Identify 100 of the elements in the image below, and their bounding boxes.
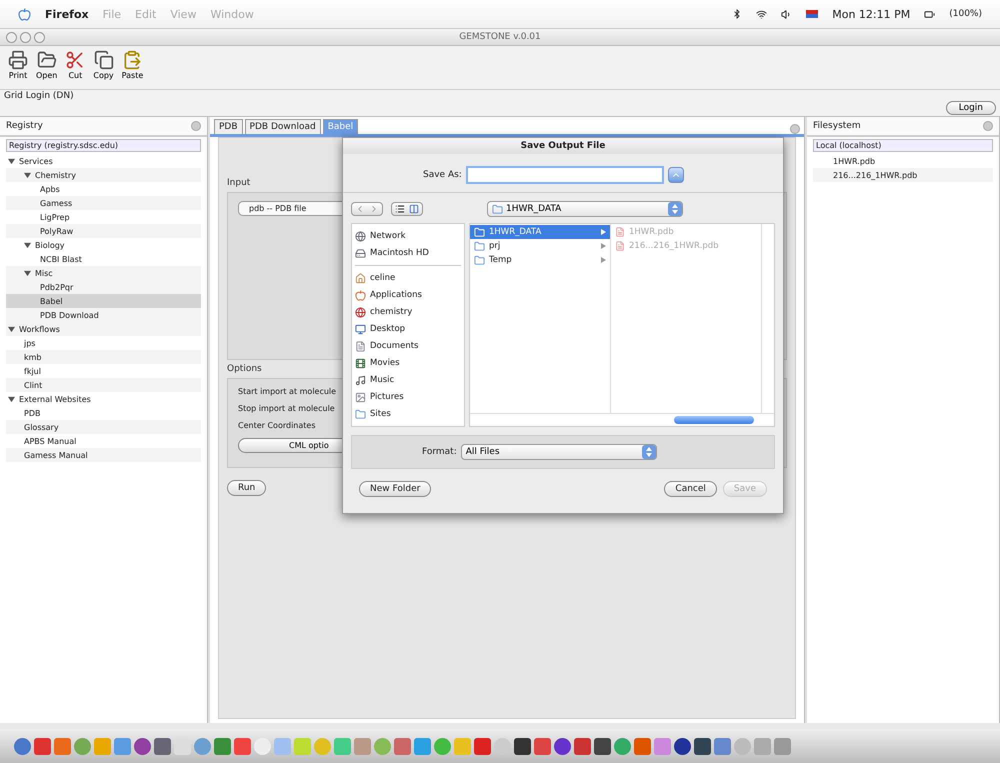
hard-drive-icon xyxy=(355,248,366,258)
sidebar-item[interactable]: Applications xyxy=(355,287,461,303)
disclosure-triangle-icon[interactable] xyxy=(8,326,15,332)
sidebar-item[interactable]: Sites xyxy=(355,406,461,422)
disclosure-triangle-icon[interactable] xyxy=(24,172,31,178)
disclosure-triangle-icon[interactable] xyxy=(24,270,31,276)
section-label: Input xyxy=(227,178,252,188)
filesystem-source[interactable]: Local (localhost) xyxy=(813,139,993,152)
tab[interactable]: PDB xyxy=(214,119,243,134)
tree-item[interactable]: PolyRaw xyxy=(6,224,201,238)
wifi-icon[interactable] xyxy=(756,8,768,20)
tree-item[interactable]: Gamess xyxy=(6,196,201,210)
folder-item[interactable]: prj xyxy=(470,239,610,253)
grid-login-label: Grid Login (DN) xyxy=(4,91,74,101)
close-icon[interactable] xyxy=(983,121,993,131)
tree-item[interactable]: Pdb2Pqr xyxy=(6,280,201,294)
film-icon xyxy=(355,358,366,368)
tree-item[interactable]: Chemistry xyxy=(6,168,201,182)
registry-source[interactable]: Registry (registry.sdsc.edu) xyxy=(6,139,201,152)
folder-icon xyxy=(474,254,485,266)
battery-icon[interactable] xyxy=(924,8,936,20)
sidebar-item[interactable]: celine xyxy=(355,270,461,286)
login-button[interactable]: Login xyxy=(946,101,996,115)
folder-icon xyxy=(355,408,366,420)
app-icon[interactable] xyxy=(134,738,151,754)
toolbar-button[interactable]: Open xyxy=(34,50,60,85)
close-icon[interactable] xyxy=(191,121,201,131)
clock[interactable]: Mon 12:11 PM xyxy=(832,8,910,20)
arrow-icon xyxy=(601,243,606,249)
folder-item[interactable]: 1HWR_DATA xyxy=(470,225,610,239)
cancel-button[interactable]: Cancel xyxy=(664,481,717,497)
tree-item[interactable]: PDB Download xyxy=(6,308,201,322)
bluetooth-icon[interactable] xyxy=(732,9,742,19)
app-menu[interactable]: Firefox xyxy=(45,8,89,20)
tree-item[interactable]: Glossary xyxy=(6,420,201,434)
arrow-icon xyxy=(601,229,606,235)
printer-icon xyxy=(8,50,28,70)
horizontal-scrollbar[interactable] xyxy=(470,413,774,426)
up-down-arrows-icon xyxy=(668,202,682,216)
tree-item[interactable]: kmb xyxy=(6,350,201,364)
filesystem-entry[interactable]: 216...216_1HWR.pdb xyxy=(813,168,993,182)
save-as-field[interactable] xyxy=(466,166,664,184)
toolbar-button[interactable]: Cut xyxy=(63,50,88,85)
tree-item[interactable]: Workflows xyxy=(6,322,201,336)
disclosure-triangle-icon[interactable] xyxy=(8,158,15,164)
list-view-icon xyxy=(395,204,405,214)
run-button[interactable]: Run xyxy=(227,480,266,496)
arrow-icon xyxy=(601,257,606,263)
view-mode-buttons[interactable] xyxy=(391,202,423,216)
app-icon[interactable] xyxy=(554,738,571,754)
flag-icon[interactable] xyxy=(806,10,818,18)
folder-icon xyxy=(492,204,503,214)
tree-item[interactable]: Gamess Manual xyxy=(6,448,201,462)
disclosure-triangle-icon[interactable] xyxy=(24,242,31,248)
window-control[interactable] xyxy=(34,32,45,42)
app-icon[interactable] xyxy=(674,738,691,754)
sidebar-item[interactable]: Documents xyxy=(355,338,461,354)
new-folder-button[interactable]: New Folder xyxy=(359,481,432,497)
sidebar-item[interactable]: Network xyxy=(355,228,461,244)
sidebar-item[interactable]: Desktop xyxy=(355,321,461,337)
disclosure-triangle-icon[interactable] xyxy=(8,396,15,402)
column-view-icon xyxy=(409,204,419,214)
app-icon[interactable] xyxy=(514,738,531,754)
panel-title: Registry xyxy=(6,121,43,131)
sidebar-item[interactable]: Pictures xyxy=(355,389,461,405)
globe-icon xyxy=(355,230,366,242)
toolbar-button[interactable]: Paste xyxy=(120,50,146,85)
apple-menu-icon[interactable] xyxy=(18,8,31,20)
scissors-icon xyxy=(65,50,86,70)
format-popup[interactable]: All Files xyxy=(460,444,657,460)
close-icon[interactable] xyxy=(790,124,800,134)
tab[interactable]: PDB Download xyxy=(244,119,321,134)
dialog-title: Save Output File xyxy=(343,138,783,154)
folder-icon xyxy=(474,226,485,238)
collapse-button[interactable] xyxy=(668,167,684,183)
back-forward-buttons[interactable] xyxy=(351,202,383,216)
document-icon xyxy=(615,227,625,237)
copy-icon xyxy=(94,50,114,70)
window-control[interactable] xyxy=(6,32,17,42)
sidebar-item[interactable]: Macintosh HD xyxy=(355,245,461,261)
tree-item[interactable]: Babel xyxy=(6,294,201,308)
app-icon[interactable] xyxy=(154,738,171,754)
location-popup[interactable]: 1HWR_DATA xyxy=(487,201,683,217)
volume-icon[interactable] xyxy=(781,8,792,20)
folder-item[interactable]: Temp xyxy=(470,253,610,267)
sidebar-item[interactable]: Movies xyxy=(355,355,461,371)
sidebar-item[interactable]: Music xyxy=(355,372,461,388)
app-icon[interactable] xyxy=(694,738,711,754)
save-as-label: Save As: xyxy=(423,170,462,180)
option-label: Center Coordinates xyxy=(238,421,316,430)
toolbar-button[interactable]: Copy xyxy=(91,50,116,85)
app-icon[interactable] xyxy=(594,738,611,754)
globe-icon xyxy=(355,306,366,318)
window-control[interactable] xyxy=(20,32,31,42)
tree-item[interactable]: Misc xyxy=(6,266,201,280)
house-icon xyxy=(355,272,366,284)
panel-title: Filesystem xyxy=(813,121,861,131)
tree-item[interactable]: Clint xyxy=(6,378,201,392)
toolbar-button[interactable]: Print xyxy=(6,50,30,85)
sidebar-item[interactable]: chemistry xyxy=(355,304,461,320)
